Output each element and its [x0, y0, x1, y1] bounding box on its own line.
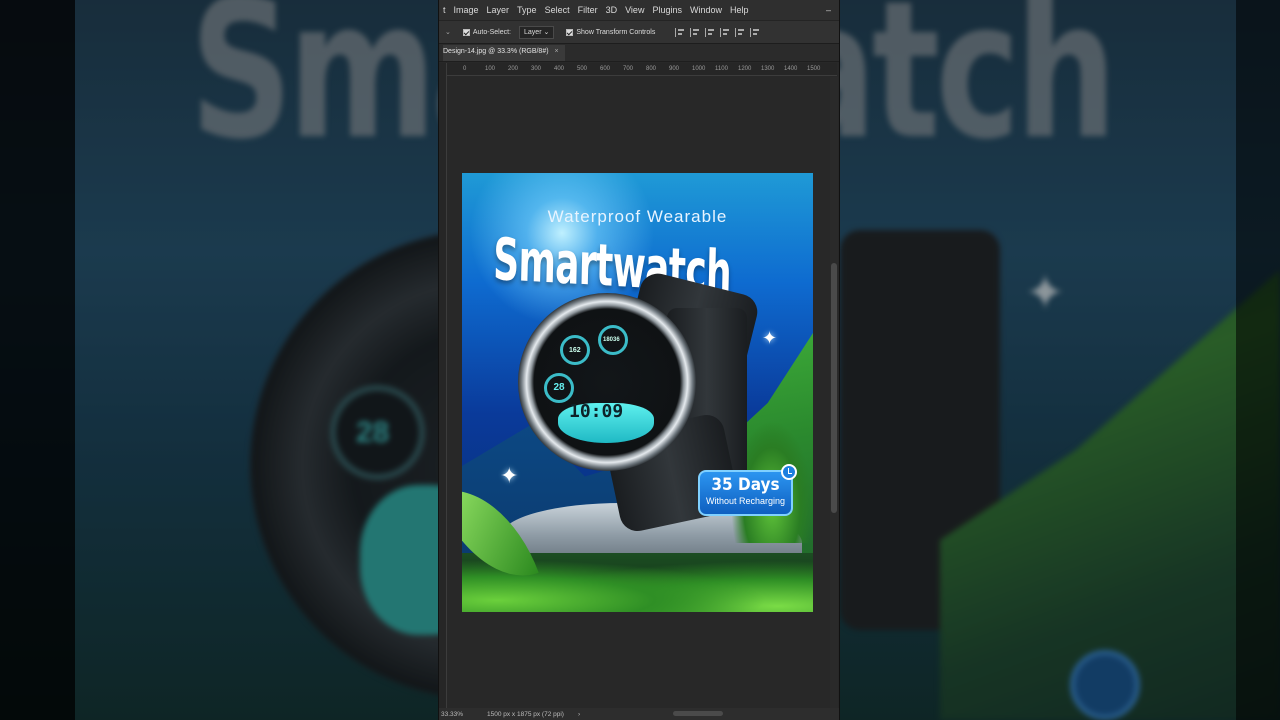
menu-item-help[interactable]: Help: [726, 5, 753, 15]
ruler-tick: 700: [623, 66, 634, 72]
photoshop-window: t Image Layer Type Select Filter 3D View…: [438, 0, 840, 720]
align-right-icon[interactable]: [705, 27, 716, 37]
align-buttons: [675, 27, 761, 37]
menu-item-plugins[interactable]: Plugins: [648, 5, 686, 15]
minimize-button[interactable]: –: [826, 5, 839, 15]
status-bar: 33.33% 1500 px x 1875 px (72 ppi) ›: [439, 708, 839, 720]
ruler-tick: 1200: [738, 66, 752, 72]
align-left-icon[interactable]: [675, 27, 686, 37]
menu-item-view[interactable]: View: [621, 5, 648, 15]
ruler-tick: 1400: [784, 66, 798, 72]
ruler-tick: 400: [554, 66, 565, 72]
auto-select-checkbox[interactable]: [462, 28, 470, 36]
menu-item-select[interactable]: Select: [541, 5, 574, 15]
scrollbar-thumb[interactable]: [831, 263, 837, 513]
left-dark-strip: [0, 0, 75, 720]
ruler-tick: 200: [508, 66, 519, 72]
zoom-level[interactable]: 33.33%: [439, 711, 483, 718]
document-tab-bar: Design-14.jpg @ 33.3% (RGB/8#) ×: [439, 44, 839, 62]
ruler-tick: 1500: [807, 66, 821, 72]
align-middle-icon[interactable]: [735, 27, 746, 37]
ruler-tick: 500: [577, 66, 588, 72]
vertical-ruler[interactable]: [439, 63, 447, 708]
watch-subdial-date: 28: [544, 373, 574, 403]
document-tab-title: Design-14.jpg @ 33.3% (RGB/8#): [443, 48, 549, 55]
watch-time: 10:09: [569, 401, 624, 422]
ruler-tick: 100: [485, 66, 496, 72]
vertical-scrollbar[interactable]: [830, 77, 838, 708]
status-menu-arrow-icon[interactable]: ›: [578, 711, 580, 718]
battery-badge: 35 Days Without Recharging: [698, 464, 797, 516]
ruler-tick: 1300: [761, 66, 775, 72]
right-dark-strip: [1236, 0, 1280, 720]
ruler-tick: 0: [463, 66, 467, 72]
dropdown-chevron-icon: ⌄: [543, 28, 550, 36]
watch-subdial: 162: [560, 335, 590, 365]
close-tab-icon[interactable]: ×: [555, 48, 559, 55]
auto-select-label: Auto-Select:: [472, 28, 512, 36]
transform-controls-checkbox[interactable]: [566, 28, 574, 36]
menu-item-window[interactable]: Window: [686, 5, 726, 15]
options-bar: ⌄ Auto-Select: Layer ⌄ Show Transform Co…: [439, 20, 839, 44]
transform-controls-label: Show Transform Controls: [576, 28, 656, 36]
tool-preset-chevron-icon[interactable]: ⌄: [445, 28, 451, 36]
menu-item-3d[interactable]: 3D: [602, 5, 622, 15]
ruler-tick: 300: [531, 66, 542, 72]
menu-item-partial[interactable]: t: [439, 5, 450, 15]
sparkle-star-icon: ✦: [762, 328, 778, 348]
menu-item-image[interactable]: Image: [450, 5, 483, 15]
align-center-icon[interactable]: [690, 27, 701, 37]
menu-item-layer[interactable]: Layer: [483, 5, 514, 15]
poster-subtitle: Waterproof Wearable: [547, 207, 728, 226]
document-tab[interactable]: Design-14.jpg @ 33.3% (RGB/8#) ×: [443, 45, 565, 61]
poster-artwork[interactable]: Waterproof Wearable Smartwatch ✦ ✦ 162 1…: [462, 173, 813, 612]
badge-days: 35 Days: [711, 475, 780, 495]
ruler-tick: 1000: [692, 66, 706, 72]
auto-select-value: Layer: [524, 28, 542, 36]
ruler-tick: 1100: [715, 66, 728, 72]
auto-select-dropdown[interactable]: Layer ⌄: [519, 25, 555, 39]
align-top-icon[interactable]: [720, 27, 731, 37]
horizontal-ruler[interactable]: 0 100 200 300 400 500 600 700 800 900 10…: [447, 63, 837, 76]
menu-item-filter[interactable]: Filter: [574, 5, 602, 15]
badge-subtext: Without Recharging: [705, 496, 786, 506]
align-bottom-icon[interactable]: [750, 27, 761, 37]
subdial-value: 18036: [603, 337, 620, 343]
sparkle-star-icon: ✦: [500, 463, 519, 488]
menu-item-type[interactable]: Type: [513, 5, 541, 15]
menu-bar: t Image Layer Type Select Filter 3D View…: [439, 0, 839, 20]
horizontal-scrollbar-thumb[interactable]: [673, 711, 723, 716]
ruler-tick: 900: [669, 66, 680, 72]
subdial-value: 162: [569, 347, 581, 354]
watch-case: 162 18036 28 10:09: [518, 293, 696, 471]
document-dimensions: 1500 px x 1875 px (72 ppi): [487, 710, 564, 718]
watch-subdial: 18036: [598, 325, 628, 355]
ruler-tick: 600: [600, 66, 611, 72]
ruler-tick: 800: [646, 66, 657, 72]
